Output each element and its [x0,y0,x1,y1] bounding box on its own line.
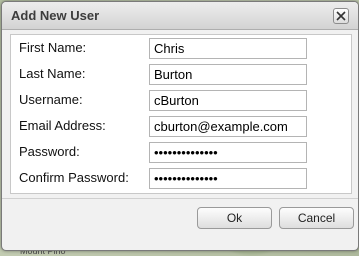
username-label: Username: [19,92,83,107]
confirm-password-label: Confirm Password: [19,170,129,185]
email-field[interactable] [149,116,307,137]
first-name-label: First Name: [19,40,87,55]
confirm-password-field[interactable] [149,168,307,189]
form-panel: First Name: Last Name: Username: Email A… [10,34,352,194]
last-name-label: Last Name: [19,66,86,81]
dialog-titlebar: Add New User [2,2,358,30]
footer-divider [2,198,358,199]
username-field[interactable] [149,90,307,111]
close-icon [336,11,346,21]
add-user-dialog: Add New User First Name: Last Name: User… [1,1,359,251]
dialog-title: Add New User [11,8,100,23]
password-field[interactable] [149,142,307,163]
password-label: Password: [19,144,80,159]
ok-button[interactable]: Ok [197,207,272,229]
first-name-field[interactable] [149,38,307,59]
cancel-button[interactable]: Cancel [279,207,354,229]
last-name-field[interactable] [149,64,307,85]
close-button[interactable] [333,8,349,24]
email-label: Email Address: [19,118,106,133]
